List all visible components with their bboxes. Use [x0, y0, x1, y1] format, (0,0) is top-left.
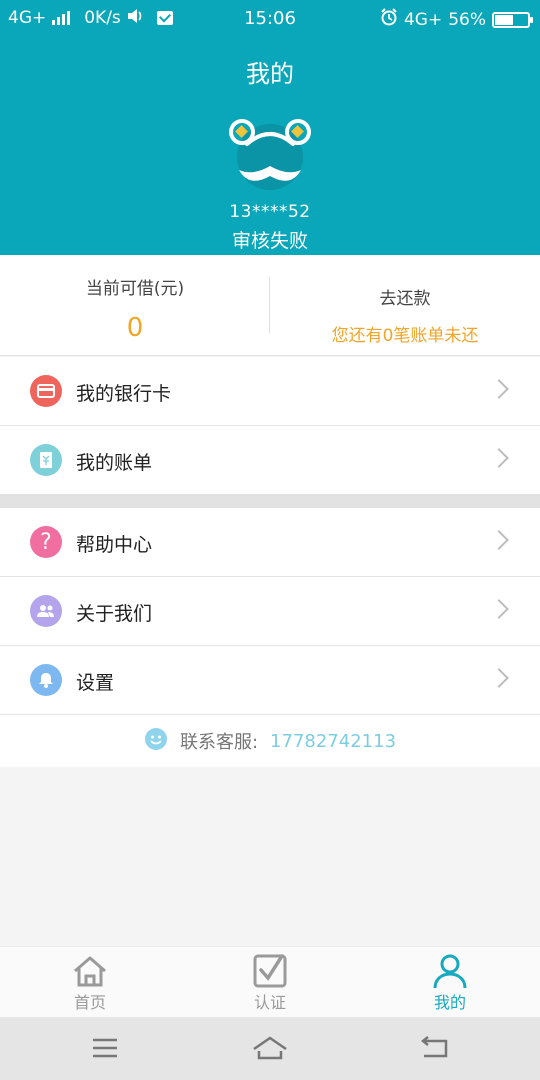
menu-item-help[interactable]: ? 帮助中心 — [0, 508, 540, 577]
verify-icon — [253, 954, 287, 988]
account-number: 13****52 — [229, 202, 311, 222]
loan-summary: 当前可借(元) 0 去还款 您还有0笔账单未还 — [0, 255, 540, 356]
home-nav-icon[interactable] — [250, 1033, 290, 1063]
chevron-right-icon — [489, 668, 509, 688]
profile-icon — [433, 954, 467, 989]
tab-label: 我的 — [433, 993, 466, 1012]
settings-bell-icon — [30, 664, 62, 696]
section-separator — [0, 494, 540, 508]
service-phone-link[interactable]: 17782742113 — [270, 731, 396, 752]
repay-panel[interactable]: 去还款 您还有0笔账单未还 — [270, 255, 540, 356]
menu-item-bill[interactable]: 我的账单 — [0, 426, 540, 495]
status-bar: 4G+ 0K/s 15:06 4G+ 56% — [0, 0, 540, 38]
repay-note: 您还有0笔账单未还 — [331, 326, 479, 346]
chevron-right-icon — [489, 530, 509, 550]
borrowable-amount-panel[interactable]: 当前可借(元) 0 — [0, 255, 270, 356]
page-title: 我的 — [246, 60, 294, 88]
help-icon: ? — [30, 526, 62, 558]
service-smile-icon — [144, 727, 168, 756]
menu-label: 我的账单 — [76, 452, 153, 474]
menu-item-bank-card[interactable]: 我的银行卡 — [0, 357, 540, 426]
bottom-tab-bar: 首页 认证 我的 — [0, 946, 540, 1017]
avatar[interactable] — [225, 110, 315, 200]
profile-header: 4G+ 0K/s 15:06 4G+ 56% 我的 13****52 审核失败 — [0, 0, 540, 255]
back-icon[interactable] — [415, 1033, 455, 1063]
tab-label: 首页 — [73, 993, 106, 1012]
tab-home[interactable]: 首页 — [30, 947, 150, 1018]
menu-icon[interactable] — [85, 1033, 125, 1063]
home-icon — [74, 956, 106, 987]
menu-label: 帮助中心 — [76, 534, 153, 556]
borrowable-value: 0 — [126, 313, 144, 343]
chevron-right-icon — [489, 448, 509, 468]
alarm-icon — [380, 8, 398, 31]
menu-group-general: ? 帮助中心 关于我们 设置 — [0, 508, 540, 715]
chevron-right-icon — [489, 379, 509, 399]
system-nav-bar — [0, 1017, 540, 1080]
menu-group-account: 我的银行卡 我的账单 — [0, 357, 540, 495]
chevron-right-icon — [489, 599, 509, 619]
menu-label: 关于我们 — [76, 603, 153, 625]
menu-item-settings[interactable]: 设置 — [0, 646, 540, 715]
menu-item-about[interactable]: 关于我们 — [0, 577, 540, 646]
battery-icon — [492, 11, 533, 28]
audit-status: 审核失败 — [231, 230, 308, 252]
tab-label: 认证 — [253, 993, 286, 1012]
repay-label: 去还款 — [379, 289, 431, 309]
bill-icon — [30, 444, 62, 476]
menu-label: 我的银行卡 — [76, 383, 172, 405]
menu-label: 设置 — [76, 672, 115, 694]
tab-verify[interactable]: 认证 — [210, 947, 330, 1018]
bank-card-icon — [30, 375, 62, 407]
network-type-right: 4G+ — [403, 9, 443, 30]
tab-profile[interactable]: 我的 — [390, 947, 510, 1018]
about-us-icon — [30, 595, 62, 627]
service-label: 联系客服: — [179, 732, 259, 753]
battery-percent: 56% — [448, 9, 486, 30]
customer-service[interactable]: 联系客服: 17782742113 — [0, 715, 540, 767]
borrowable-label: 当前可借(元) — [85, 279, 185, 299]
